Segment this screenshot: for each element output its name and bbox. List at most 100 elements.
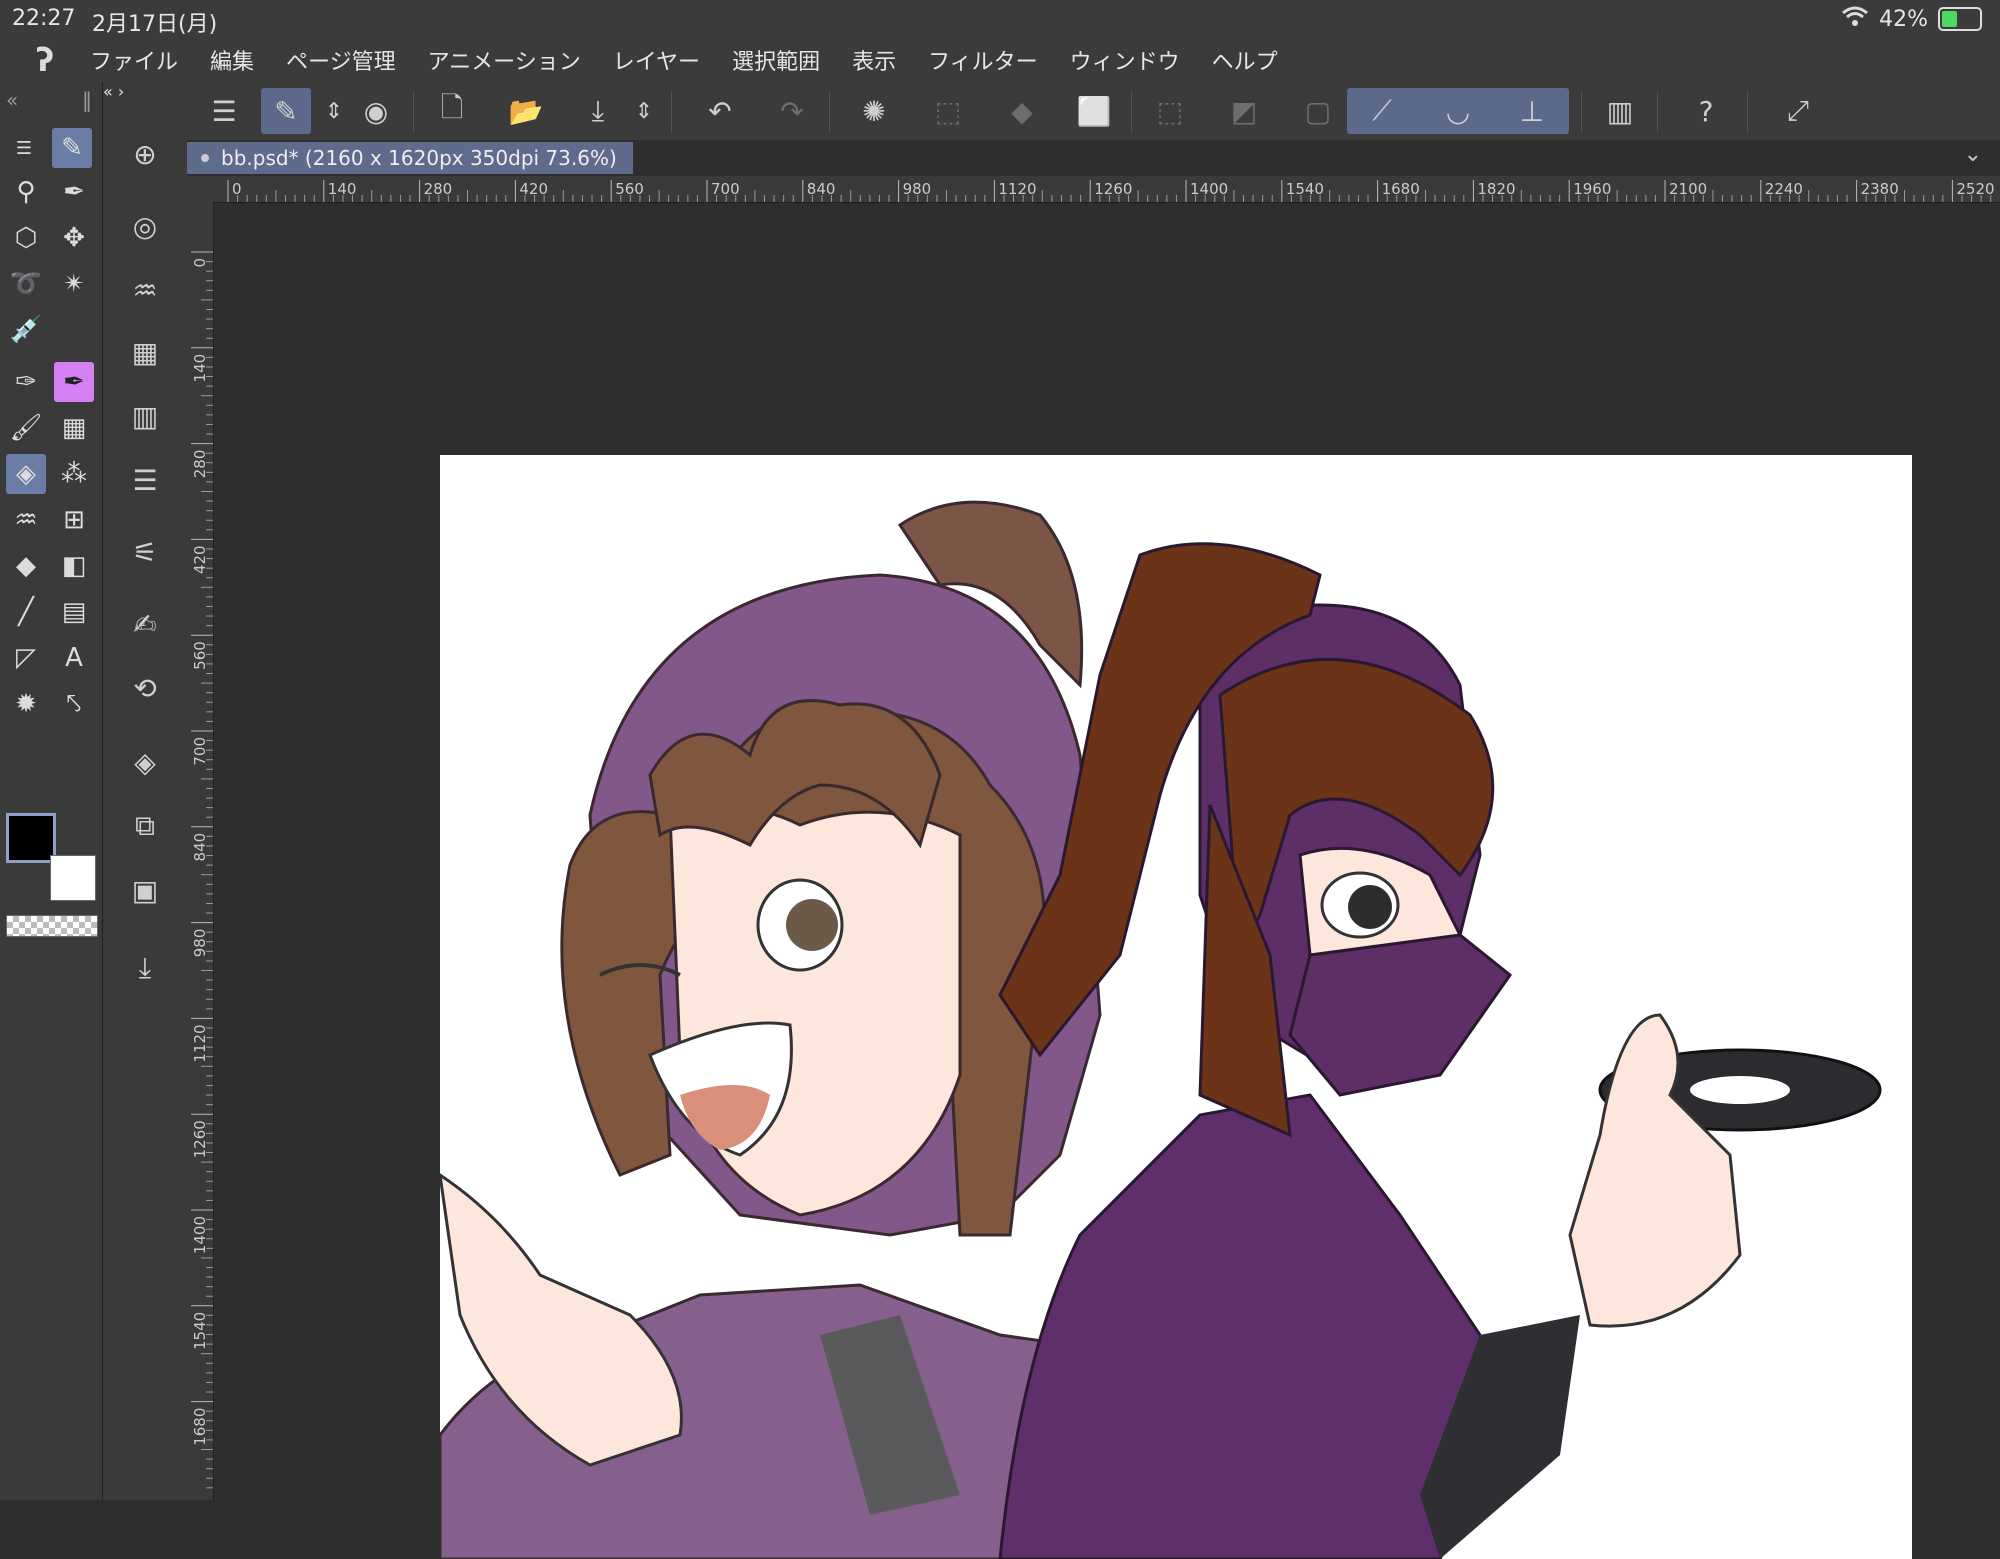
magic-wand-icon[interactable]: ✴	[54, 264, 94, 304]
history-icon[interactable]: ⟲	[123, 666, 167, 710]
unsaved-dot-icon	[201, 154, 209, 162]
operation-icon[interactable]: ✒	[54, 172, 94, 212]
transform-icon[interactable]: ⬜	[1069, 88, 1119, 134]
ruler-label: 1960	[1573, 180, 1611, 198]
line-icon[interactable]: ╱	[6, 592, 46, 632]
frame-icon[interactable]: ▤	[54, 592, 94, 632]
timeline-icon[interactable]: ▥	[123, 394, 167, 438]
airbrush-icon[interactable]: ⁂	[54, 454, 94, 494]
fill-icon[interactable]: ◆	[6, 546, 46, 586]
transparent-color-swatch[interactable]	[6, 915, 98, 937]
pen-sub-icon[interactable]: ✒	[54, 362, 94, 402]
expand-icon[interactable]: ›	[118, 82, 124, 101]
menu-page[interactable]: ページ管理	[286, 44, 396, 76]
menu-filter[interactable]: フィルター	[928, 44, 1038, 76]
toolbar-separator	[671, 92, 672, 132]
balloon-icon[interactable]: ✹	[6, 684, 46, 724]
eyedropper-icon[interactable]: 💉	[6, 310, 46, 350]
panel-grip-icon[interactable]: ‖	[82, 88, 92, 112]
ruler-horizontal: 0 140 280 420 560 700 840 980 1120 1260 1400 1540 16…	[187, 176, 2000, 203]
brush-size-icon[interactable]: ✍	[123, 602, 167, 646]
menu-view[interactable]: 表示	[852, 44, 896, 76]
import-icon[interactable]: ⤓	[123, 946, 167, 990]
toolbar-separator	[1131, 92, 1132, 132]
tone-icon[interactable]: ▦	[54, 408, 94, 448]
fullscreen-icon[interactable]: ⤢	[1773, 88, 1823, 134]
snap-to-special-ruler-icon[interactable]: ◡	[1433, 88, 1483, 134]
collapse-second-icon[interactable]: «	[103, 82, 113, 101]
grid-icon[interactable]: ⊞	[54, 500, 94, 540]
3d-object-icon[interactable]: ⬡	[6, 218, 46, 258]
eraser-icon[interactable]: ◈	[6, 454, 46, 494]
color-wheel-icon[interactable]: ◎	[123, 204, 167, 248]
collapse-left-icon[interactable]: «	[6, 88, 18, 112]
background-color-swatch[interactable]	[50, 855, 96, 901]
help-icon[interactable]: ?	[1681, 88, 1731, 134]
redo-icon[interactable]: ↷	[767, 88, 817, 134]
menu-layer[interactable]: レイヤー	[613, 44, 700, 76]
deselect-icon[interactable]: ▢	[1293, 88, 1343, 134]
undo-icon[interactable]: ↶	[695, 88, 745, 134]
main-menu-icon[interactable]: ☰	[199, 88, 249, 134]
selection-area-icon[interactable]: ⬚	[923, 88, 973, 134]
layers-icon[interactable]: ◈	[123, 740, 167, 784]
toolbar-separator	[1581, 92, 1582, 132]
menu-window[interactable]: ウィンドウ	[1070, 44, 1180, 76]
fill-command-icon[interactable]: ◆	[997, 88, 1047, 134]
menu-edit[interactable]: 編集	[210, 44, 254, 76]
ruler-label: 1820	[1477, 180, 1515, 198]
toolbar-separator	[413, 92, 414, 132]
new-document-icon[interactable]: 🗋	[427, 88, 477, 134]
menu-animation[interactable]: アニメーション	[428, 44, 581, 76]
workspace[interactable]	[214, 203, 2000, 1559]
snap-to-grid-icon[interactable]: ⊥	[1507, 88, 1557, 134]
menu-help[interactable]: ヘルプ	[1212, 44, 1278, 76]
chevron-down-icon[interactable]: ⌄	[1964, 142, 1982, 167]
correct-line-icon[interactable]: ⤣	[54, 684, 94, 724]
menu-file[interactable]: ファイル	[90, 44, 178, 76]
navigator-icon[interactable]: ⊕	[123, 132, 167, 176]
text-icon[interactable]: A	[54, 638, 94, 678]
foreground-color-swatch[interactable]	[6, 813, 56, 863]
loading-icon[interactable]: ✺	[849, 88, 899, 134]
save-options-icon[interactable]: ⇕	[619, 88, 669, 134]
menu-selection[interactable]: 選択範囲	[732, 44, 820, 76]
save-icon[interactable]: ⤓	[573, 88, 623, 134]
open-folder-icon[interactable]: 📂	[501, 88, 551, 134]
ruler-label: 2380	[1861, 180, 1899, 198]
snap-to-ruler-icon[interactable]: ⟋	[1357, 88, 1407, 134]
edit-mode-icon[interactable]: ✎	[261, 88, 311, 134]
brush-icon[interactable]: 🖌	[6, 408, 46, 448]
document-tab[interactable]: bb.psd* (2160 x 1620px 350dpi 73.6%)	[187, 142, 633, 174]
ruler-label: 2520	[1956, 180, 1994, 198]
layer-property-icon[interactable]: ⧉	[123, 804, 167, 848]
color-mix-icon[interactable]: ♒	[123, 268, 167, 312]
material-icon[interactable]: ▣	[123, 868, 167, 912]
invert-selection-icon[interactable]: ◩	[1219, 88, 1269, 134]
wifi-icon	[1841, 5, 1869, 33]
property-icon[interactable]: ⚟	[123, 530, 167, 574]
ruler-label: 1540	[1286, 180, 1324, 198]
move-icon[interactable]: ✥	[54, 218, 94, 258]
menu-bar: ʔ ファイル 編集 ページ管理 アニメーション レイヤー 選択範囲 表示 フィル…	[0, 38, 2000, 82]
blend-icon[interactable]: ♒	[6, 500, 46, 540]
ruler-label: 700	[191, 737, 209, 766]
lasso-icon[interactable]: ➰	[6, 264, 46, 304]
ruler-label: 280	[191, 450, 209, 479]
color-set-icon[interactable]: ▦	[123, 330, 167, 374]
layer-list-icon[interactable]: ☰	[123, 458, 167, 502]
pen-icon[interactable]: ✑	[6, 362, 46, 402]
drawing-canvas[interactable]	[440, 455, 1912, 1559]
companion-mode-icon[interactable]: ◉	[351, 88, 401, 134]
ruler-label: 1540	[191, 1312, 209, 1350]
battery-icon	[1938, 7, 1982, 31]
clear-selection-icon[interactable]: ⬚	[1145, 88, 1195, 134]
zoom-icon[interactable]: ⚲	[6, 172, 46, 212]
gradient-icon[interactable]: ◧	[54, 546, 94, 586]
edge-keyboard-icon[interactable]: ▥	[1595, 88, 1645, 134]
brush-tab-icon[interactable]: ✎	[52, 128, 92, 168]
ruler-label: 1680	[191, 1408, 209, 1446]
ruler-icon[interactable]: ◸	[6, 638, 46, 678]
app-logo-icon[interactable]: ʔ	[0, 41, 90, 79]
panel-menu-icon[interactable]: ☰	[4, 128, 44, 168]
